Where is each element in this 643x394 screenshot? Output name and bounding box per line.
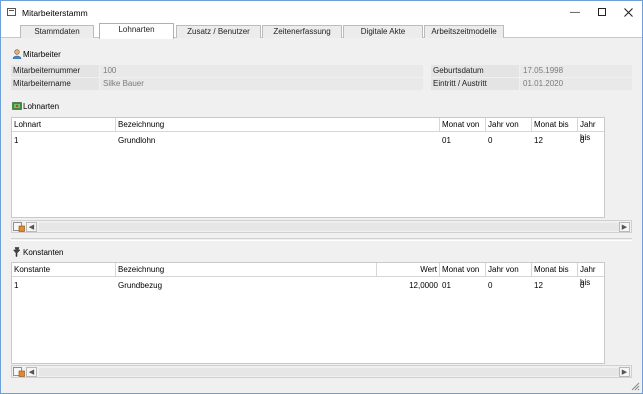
- scroll-left-button[interactable]: ◀: [26, 367, 37, 377]
- mitarbeiternummer-field[interactable]: 100: [100, 65, 423, 77]
- close-button[interactable]: [616, 5, 640, 21]
- scroll-right-button[interactable]: ▶: [619, 222, 630, 232]
- maximize-button[interactable]: [590, 5, 614, 21]
- lohnarten-grid-header: Lohnart Bezeichnung Monat von Jahr von M…: [12, 118, 606, 142]
- konstanten-grid: Konstante Bezeichnung Wert Monat von Jah…: [11, 262, 605, 364]
- minimize-icon: —: [570, 7, 580, 18]
- geburtsdatum-field[interactable]: 17.05.1998: [520, 65, 632, 77]
- tab-zusatz-benutzer[interactable]: Zusatz / Benutzer: [176, 25, 261, 38]
- cell-jahr-bis: 0: [580, 281, 585, 290]
- scroll-right-button[interactable]: ▶: [619, 367, 630, 377]
- lohnarten-grid: Lohnart Bezeichnung Monat von Jahr von M…: [11, 117, 605, 218]
- geburtsdatum-label: Geburtsdatum: [431, 65, 519, 77]
- tab-strip: Stammdaten Lohnarten Zusatz / Benutzer Z…: [1, 23, 642, 39]
- cell-bezeichnung: Grundlohn: [118, 136, 156, 145]
- eintritt-austritt-label: Eintritt / Austritt: [431, 78, 519, 90]
- table-row[interactable]: 1 Grundbezug 12,0000 01 0 12 0: [12, 279, 604, 293]
- tab-label: Digitale Akte: [360, 27, 406, 36]
- window-title: Mitarbeiterstamm: [22, 8, 88, 18]
- column-header-monat-von[interactable]: Monat von: [440, 263, 486, 277]
- constants-icon: [12, 247, 21, 257]
- table-row[interactable]: 1 Grundlohn 01 0 12 0: [12, 134, 604, 148]
- tab-lohnarten[interactable]: Lohnarten: [99, 23, 174, 39]
- close-icon: [623, 7, 633, 17]
- title-bar: Mitarbeiterstamm —: [1, 1, 642, 23]
- tab-arbeitszeitmodelle[interactable]: Arbeitszeitmodelle: [424, 25, 504, 38]
- cell-monat-von: 01: [442, 281, 451, 290]
- window-app-icon: [7, 8, 16, 16]
- user-info-icon: [12, 49, 22, 59]
- scroll-left-button[interactable]: ◀: [26, 222, 37, 232]
- eintritt-austritt-field[interactable]: 01.01.2020: [520, 78, 632, 90]
- section-divider[interactable]: [11, 238, 632, 241]
- mitarbeiternummer-label: Mitarbeiternummer: [11, 65, 99, 77]
- lohnarten-title-text: Lohnarten: [23, 102, 60, 111]
- tab-label: Arbeitszeitmodelle: [431, 27, 497, 36]
- grid-settings-icon[interactable]: [13, 222, 25, 232]
- tab-zeitenerfassung[interactable]: Zeitenerfassung: [262, 25, 342, 38]
- cell-monat-bis: 12: [534, 281, 543, 290]
- lohnarten-section-title: Lohnarten: [12, 101, 59, 113]
- cell-jahr-von: 0: [488, 136, 493, 145]
- column-header-wert[interactable]: Wert: [377, 263, 440, 277]
- column-header-monat-von[interactable]: Monat von: [440, 118, 486, 132]
- konstanten-horizontal-scrollbar[interactable]: ◀ ▶: [11, 365, 632, 378]
- resize-grip-icon[interactable]: [630, 381, 640, 391]
- tab-label: Zeitenerfassung: [273, 27, 331, 36]
- column-header-monat-bis[interactable]: Monat bis: [532, 263, 578, 277]
- konstanten-title-text: Konstanten: [23, 248, 64, 257]
- scroll-track[interactable]: [39, 223, 619, 231]
- cell-jahr-bis: 0: [580, 136, 585, 145]
- column-header-bezeichnung[interactable]: Bezeichnung: [116, 263, 377, 277]
- tab-content-lohnarten: Mitarbeiter Mitarbeiternummer 100 Mitarb…: [6, 42, 637, 388]
- column-header-jahr-von[interactable]: Jahr von: [486, 263, 532, 277]
- wage-types-icon: [12, 102, 22, 110]
- grid-settings-icon[interactable]: [13, 367, 25, 377]
- lohnarten-horizontal-scrollbar[interactable]: ◀ ▶: [11, 220, 632, 233]
- maximize-icon: [598, 8, 606, 17]
- cell-monat-von: 01: [442, 136, 451, 145]
- column-header-lohnart[interactable]: Lohnart: [12, 118, 116, 132]
- mitarbeitername-label: Mitarbeitername: [11, 78, 99, 90]
- column-header-jahr-von[interactable]: Jahr von: [486, 118, 532, 132]
- mitarbeiterstamm-window: Mitarbeiterstamm — Stammdaten Lohnarten …: [0, 0, 643, 394]
- column-header-jahr-bis[interactable]: Jahr bis: [578, 118, 606, 142]
- cell-bezeichnung: Grundbezug: [118, 281, 163, 290]
- cell-lohnart: 1: [14, 136, 19, 145]
- minimize-button[interactable]: —: [563, 5, 587, 21]
- tab-label: Zusatz / Benutzer: [187, 27, 250, 36]
- mitarbeiter-title-text: Mitarbeiter: [23, 50, 61, 59]
- tab-stammdaten[interactable]: Stammdaten: [20, 25, 94, 38]
- cell-jahr-von: 0: [488, 281, 493, 290]
- cell-wert: 12,0000: [409, 281, 438, 290]
- column-header-monat-bis[interactable]: Monat bis: [532, 118, 578, 132]
- tab-label: Stammdaten: [34, 27, 80, 36]
- konstanten-section-title: Konstanten: [12, 247, 63, 259]
- tab-label: Lohnarten: [118, 25, 155, 34]
- cell-monat-bis: 12: [534, 136, 543, 145]
- mitarbeiter-section-title: Mitarbeiter: [12, 49, 61, 61]
- cell-konstante: 1: [14, 281, 19, 290]
- konstanten-grid-header: Konstante Bezeichnung Wert Monat von Jah…: [12, 263, 606, 287]
- scroll-track[interactable]: [39, 368, 619, 376]
- column-header-konstante[interactable]: Konstante: [12, 263, 116, 277]
- tab-digitale-akte[interactable]: Digitale Akte: [343, 25, 423, 38]
- mitarbeitername-field[interactable]: Silke Bauer: [100, 78, 423, 90]
- column-header-bezeichnung[interactable]: Bezeichnung: [116, 118, 440, 132]
- column-header-jahr-bis[interactable]: Jahr bis: [578, 263, 606, 287]
